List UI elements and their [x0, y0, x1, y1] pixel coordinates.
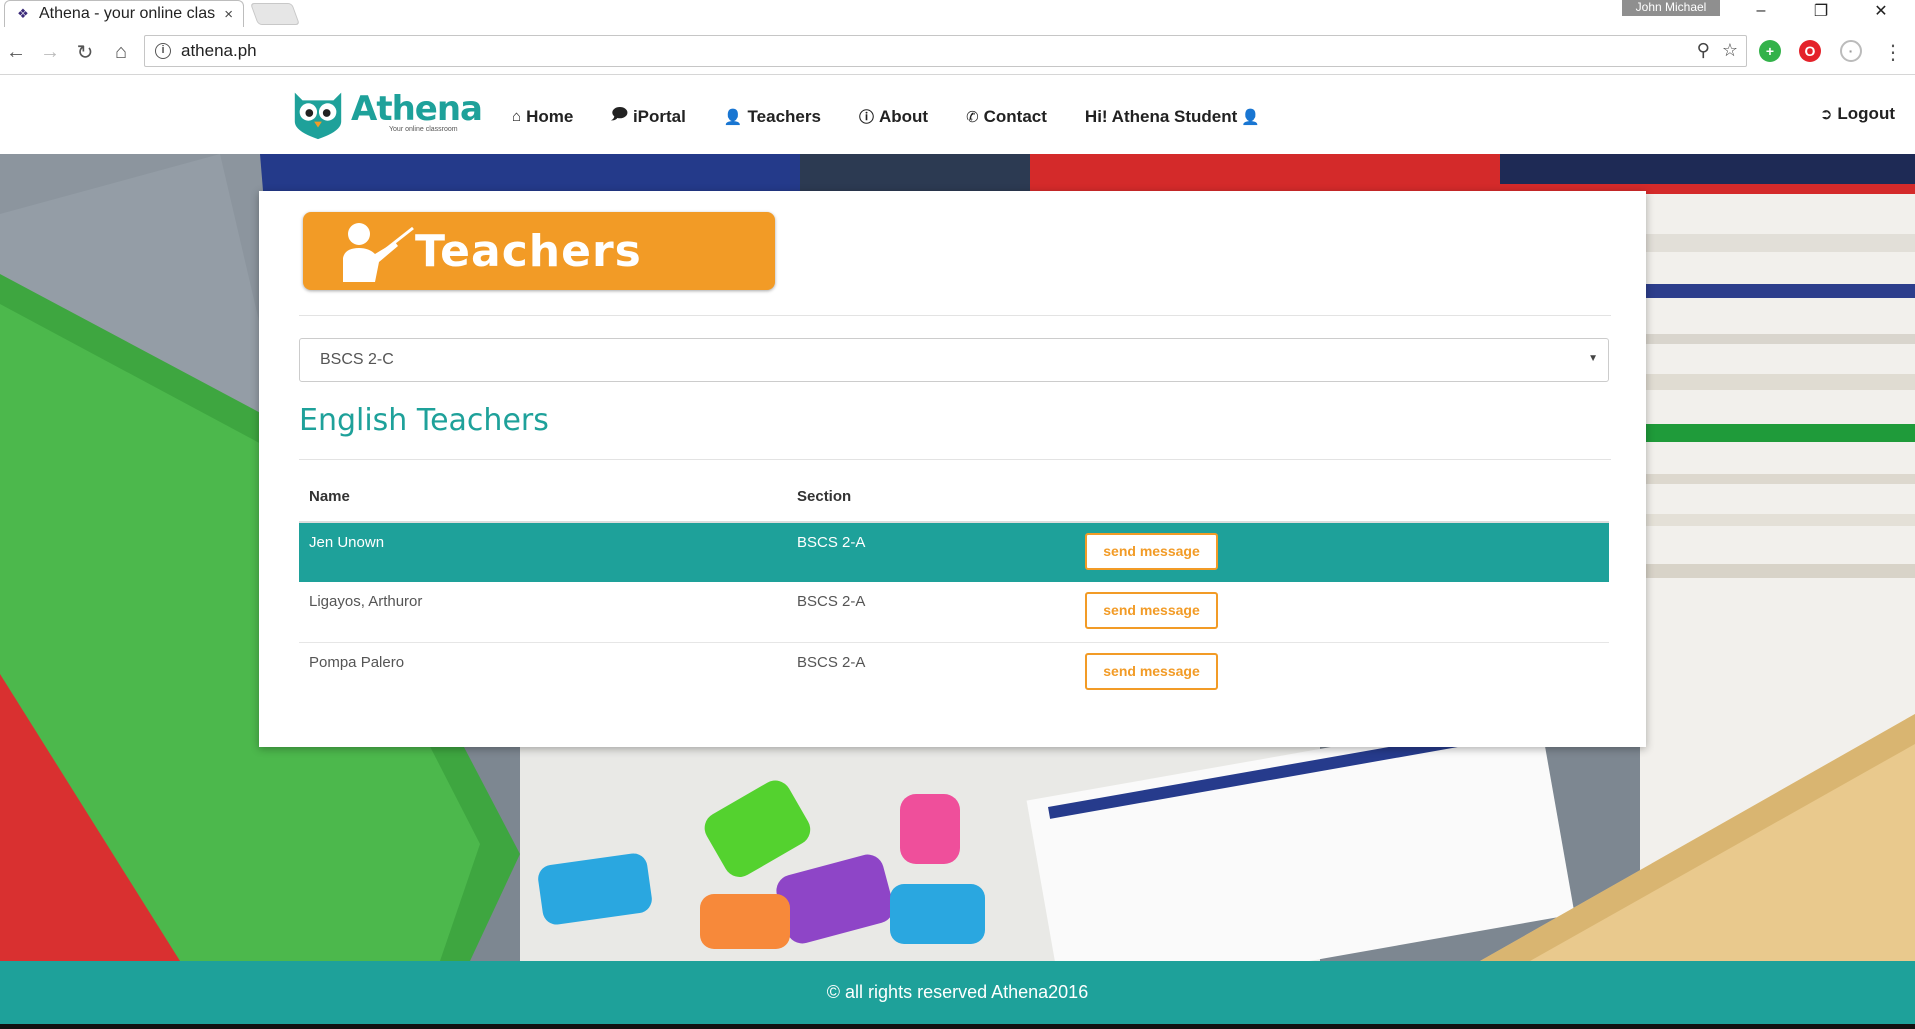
action-cell: send message	[1075, 582, 1609, 643]
section-heading: English Teachers	[299, 403, 549, 438]
column-header-action	[1075, 472, 1609, 523]
profile-name[interactable]: John Michael	[1622, 0, 1720, 16]
nav-about[interactable]: ⓘ About	[859, 104, 928, 129]
teacher-section: BSCS 2-A	[797, 653, 866, 671]
key-icon[interactable]: ⚲	[1697, 40, 1710, 61]
main-nav: ⌂ Home 🗩 iPortal 👤 Teachers ⓘ About ✆ Co…	[512, 104, 1303, 129]
teacher-name: Ligayos, Arthuror	[299, 582, 787, 643]
logo-name: Athena	[351, 88, 483, 129]
info-circle-icon: ⓘ	[858, 109, 874, 126]
send-message-button[interactable]: send message	[1085, 533, 1218, 570]
nav-iportal[interactable]: 🗩 iPortal	[611, 104, 686, 129]
teacher-name: Jen Unown	[299, 522, 787, 582]
browser-tabstrip: ❖ Athena - your online clas × John Micha…	[0, 0, 1915, 29]
forward-icon[interactable]: →	[37, 39, 63, 65]
site-footer: © all rights reserved Athena2016	[0, 961, 1915, 1024]
action-cell: send message	[1075, 522, 1609, 582]
table-row[interactable]: Ligayos, Arthuror BSCS 2-A send message	[299, 582, 1609, 643]
extension-plus-icon[interactable]: +	[1759, 40, 1781, 62]
column-header-section: Section	[787, 472, 1075, 523]
nav-contact-label: Contact	[983, 106, 1047, 126]
send-message-button[interactable]: send message	[1085, 652, 1218, 690]
new-tab-button[interactable]	[249, 3, 301, 25]
column-header-name: Name	[299, 472, 787, 523]
url-text[interactable]: athena.ph	[181, 41, 257, 61]
divider	[299, 315, 1611, 316]
back-icon[interactable]: ←	[3, 39, 29, 65]
table-header-row: Name Section	[299, 472, 1609, 523]
owl-logo-icon	[294, 92, 342, 140]
teacher-pointer-icon	[343, 223, 414, 282]
teachers-banner: Teachers	[303, 212, 775, 290]
send-message-button[interactable]: send message	[1085, 592, 1218, 629]
user-greeting: Hi! Athena Student	[1084, 106, 1238, 126]
home-browser-icon[interactable]: ⌂	[108, 39, 134, 65]
user-account-icon: 👤	[1241, 108, 1260, 126]
nav-user-greeting[interactable]: Hi! Athena Student 👤	[1085, 104, 1265, 129]
browser-toolbar: ← → ↻ ⌂ i athena.ph ⚲ ☆ + O · ⋮	[0, 29, 1915, 75]
nav-teachers[interactable]: 👤 Teachers	[724, 104, 821, 129]
table-row[interactable]: Pompa Palero BSCS 2-A send message	[299, 642, 1609, 702]
bookmark-star-icon[interactable]: ☆	[1722, 40, 1738, 61]
section-select-value: BSCS 2-C	[320, 351, 394, 368]
nav-home[interactable]: ⌂ Home	[512, 104, 573, 129]
section-select[interactable]: BSCS 2-C ▼	[299, 338, 1609, 382]
reload-icon[interactable]: ↻	[72, 39, 98, 65]
user-icon: 👤	[723, 108, 743, 126]
table-row[interactable]: Jen Unown BSCS 2-A send message	[299, 522, 1609, 582]
teachers-card: Teachers BSCS 2-C ▼ English Teachers Nam…	[259, 191, 1646, 747]
caret-down-icon: ▼	[1588, 353, 1598, 364]
address-bar[interactable]: i athena.ph ⚲ ☆	[144, 35, 1747, 67]
logout-label: Logout	[1837, 104, 1895, 123]
nav-about-label: About	[878, 106, 929, 126]
nav-iportal-label: iPortal	[632, 106, 686, 126]
browser-menu-icon[interactable]: ⋮	[1880, 39, 1906, 65]
site-header: Athena Your online classroom ⌂ Home 🗩 iP…	[0, 75, 1915, 154]
nav-teachers-label: Teachers	[747, 106, 821, 126]
comment-icon: 🗩	[611, 106, 628, 123]
logout-link[interactable]: ➲ Logout	[1820, 104, 1895, 124]
teacher-section: BSCS 2-A	[787, 582, 1075, 643]
teachers-table: Name Section Jen Unown BSCS 2-A send mes…	[299, 472, 1609, 702]
phone-icon: ✆	[966, 108, 979, 126]
teacher-section: BSCS 2-A	[787, 522, 1075, 582]
window-bottom-edge	[0, 1024, 1915, 1029]
extension-circle-icon[interactable]: ·	[1840, 40, 1862, 62]
close-tab-icon[interactable]: ×	[224, 6, 233, 23]
close-window-icon[interactable]: ✕	[1858, 0, 1904, 22]
nav-contact[interactable]: ✆ Contact	[966, 104, 1047, 129]
banner-title: Teachers	[415, 225, 642, 277]
site-favicon-icon: ❖	[17, 6, 29, 21]
page-info-icon[interactable]: i	[155, 43, 171, 59]
minimize-icon[interactable]: –	[1738, 0, 1784, 22]
opera-extension-icon[interactable]: O	[1799, 40, 1821, 62]
action-cell: send message	[1075, 642, 1609, 702]
nav-home-label: Home	[526, 106, 574, 126]
tab-title: Athena - your online clas	[39, 5, 216, 22]
footer-copyright: © all rights reserved Athena2016	[826, 982, 1089, 1002]
teacher-name: Pompa Palero	[309, 653, 405, 671]
browser-tab[interactable]: ❖ Athena - your online clas ×	[4, 0, 244, 27]
divider	[299, 459, 1611, 460]
home-icon: ⌂	[512, 108, 522, 125]
sign-out-icon: ➲	[1819, 106, 1833, 123]
restore-icon[interactable]: ❐	[1798, 0, 1844, 22]
athena-logo[interactable]: Athena Your online classroom	[289, 83, 483, 141]
